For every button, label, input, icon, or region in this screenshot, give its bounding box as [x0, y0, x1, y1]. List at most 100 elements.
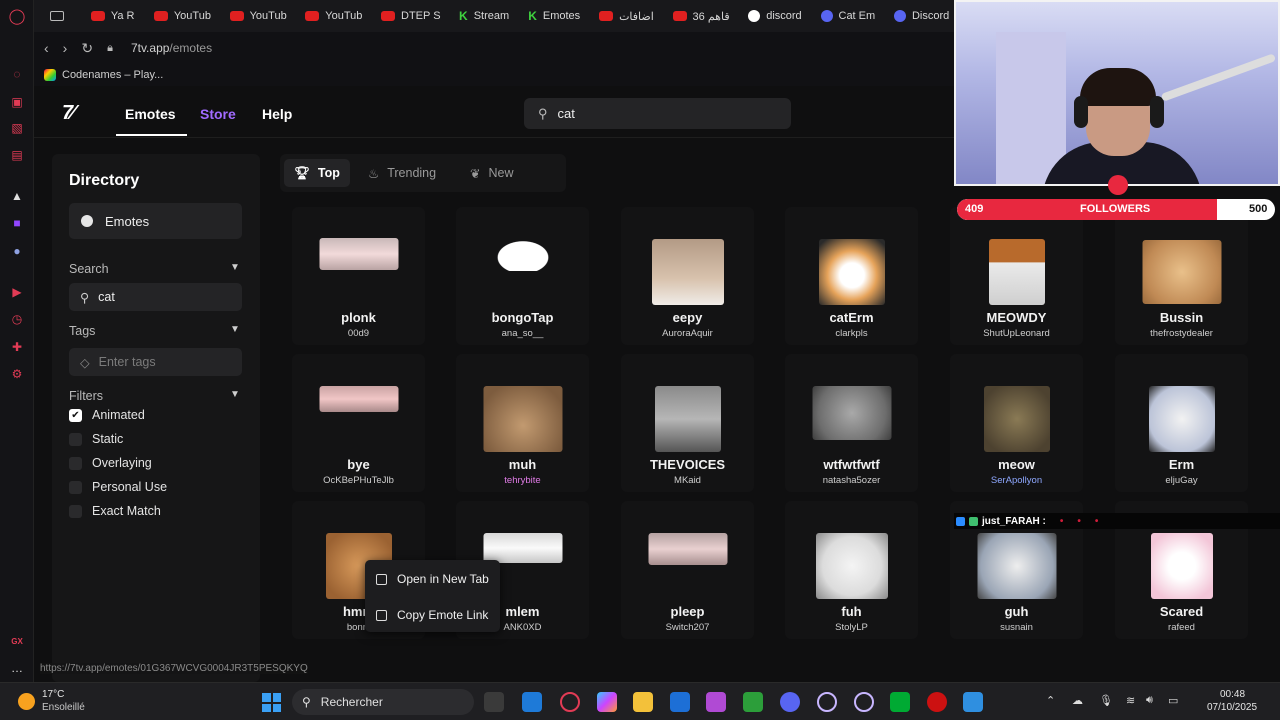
browser-tab[interactable]: DTEP S: [373, 3, 445, 29]
emote-image[interactable]: [818, 239, 885, 305]
chevron-down-icon[interactable]: ▼: [230, 324, 240, 335]
emote-owner[interactable]: SerApollyon: [950, 475, 1083, 486]
weather-desc[interactable]: Ensoleillé: [42, 702, 85, 713]
emote-card[interactable]: fuh StolyLP: [785, 501, 918, 639]
reload-icon[interactable]: ↻: [81, 40, 93, 57]
sun-icon[interactable]: [18, 693, 35, 710]
checkbox[interactable]: [69, 480, 82, 494]
checkbox[interactable]: [69, 432, 82, 446]
emote-image[interactable]: [319, 386, 398, 412]
chevron-down-icon[interactable]: ▼: [230, 389, 240, 400]
sort-new[interactable]: ❦ New: [460, 159, 524, 187]
gx-icon[interactable]: GX: [9, 633, 25, 649]
browser-tab[interactable]: Discord: [886, 3, 954, 29]
forward-icon[interactable]: ›: [63, 40, 68, 56]
filter-exact-match[interactable]: Exact Match: [69, 504, 161, 518]
copy-emote-link[interactable]: Copy Emote Link: [365, 600, 500, 630]
emote-image[interactable]: [977, 533, 1056, 599]
browser-tab[interactable]: 36 قاهم: [665, 3, 735, 29]
emote-card[interactable]: bongoTap ana_so__: [456, 207, 589, 345]
xbox-icon[interactable]: [743, 692, 763, 712]
site-search-input[interactable]: ⚲ cat: [524, 98, 791, 129]
emote-image[interactable]: [651, 239, 724, 305]
7tv-sidebar-icon[interactable]: ▲: [9, 188, 25, 204]
wifi-icon[interactable]: ≋: [1126, 694, 1135, 707]
emote-image[interactable]: [319, 238, 398, 270]
emote-owner[interactable]: AuroraAquir: [621, 328, 754, 339]
photos-icon[interactable]: [522, 692, 542, 712]
file-explorer-icon[interactable]: [633, 692, 653, 712]
discord-taskbar-icon[interactable]: [780, 692, 800, 712]
clock-time[interactable]: 00:48: [1220, 689, 1245, 700]
browser-tab[interactable]: YouTub: [297, 3, 367, 29]
store-icon[interactable]: [670, 692, 690, 712]
emote-card[interactable]: wtfwtfwtf natasha5ozer: [785, 354, 918, 492]
browser-tab[interactable]: اضافات: [591, 3, 658, 29]
emote-card[interactable]: bye OcKBePHuTeJlb: [292, 354, 425, 492]
browser-tab[interactable]: K Stream: [451, 3, 514, 29]
emote-owner[interactable]: Switch207: [621, 622, 754, 633]
checkbox[interactable]: [69, 456, 82, 470]
extensions-icon[interactable]: ✚: [9, 339, 25, 355]
twitch-icon[interactable]: ■: [9, 215, 25, 231]
nav-emotes[interactable]: Emotes: [125, 106, 176, 122]
emote-owner[interactable]: susnain: [950, 622, 1083, 633]
checkbox-checked[interactable]: ✔: [69, 408, 82, 422]
emote-owner[interactable]: tehrybite: [456, 475, 589, 486]
emotes-directory-button[interactable]: Emotes: [69, 203, 242, 239]
emote-image[interactable]: [654, 386, 721, 452]
browser-tab[interactable]: Cat Em: [813, 3, 880, 29]
directory-search-input[interactable]: ⚲ cat: [69, 283, 242, 311]
emote-card[interactable]: catErm clarkpls: [785, 207, 918, 345]
opera-taskbar-icon[interactable]: [560, 692, 580, 712]
more-icon[interactable]: …: [9, 660, 25, 676]
url-field[interactable]: 7tv.app/emotes: [131, 41, 212, 55]
volume-icon[interactable]: 🔊︎: [1146, 694, 1153, 707]
tags-input[interactable]: ◇ Enter tags: [69, 348, 242, 376]
sort-trending[interactable]: ♨ Trending: [358, 159, 446, 187]
cloud-icon[interactable]: ☁: [1072, 694, 1083, 707]
clock-date[interactable]: 07/10/2025: [1207, 702, 1257, 713]
emote-owner[interactable]: StolyLP: [785, 622, 918, 633]
emote-card[interactable]: eepy AuroraAquir: [621, 207, 754, 345]
emote-owner[interactable]: clarkpls: [785, 328, 918, 339]
emote-image[interactable]: [648, 533, 727, 565]
app-icon[interactable]: [706, 692, 726, 712]
nav-store[interactable]: Store: [200, 106, 236, 122]
emote-image[interactable]: [1148, 386, 1215, 452]
emote-owner[interactable]: ShutUpLeonard: [950, 328, 1083, 339]
emote-card[interactable]: Erm eljuGay: [1115, 354, 1248, 492]
emote-card[interactable]: plonk 00d9: [292, 207, 425, 345]
emote-image[interactable]: [1142, 240, 1221, 304]
emote-card[interactable]: meow SerApollyon: [950, 354, 1083, 492]
browser-tab[interactable]: YouTub: [146, 3, 216, 29]
browser-tab[interactable]: YouTub: [222, 3, 292, 29]
emote-owner[interactable]: MKaid: [621, 475, 754, 486]
emote-owner[interactable]: OcKBePHuTeJlb: [292, 475, 425, 486]
back-icon[interactable]: ‹: [44, 40, 49, 56]
nav-help[interactable]: Help: [262, 106, 292, 122]
discord-sidebar-icon[interactable]: ●: [9, 243, 25, 259]
app-icon-2[interactable]: [963, 692, 983, 712]
emote-image[interactable]: [815, 533, 888, 599]
task-view-icon[interactable]: [484, 692, 504, 712]
emote-image[interactable]: [483, 386, 562, 452]
checkbox[interactable]: [69, 504, 82, 518]
gx-corner-icon[interactable]: ▤: [9, 147, 25, 163]
filter-static[interactable]: Static: [69, 432, 123, 446]
player-icon[interactable]: ▣: [9, 94, 25, 110]
emote-image[interactable]: [812, 386, 891, 440]
open-in-new-tab[interactable]: Open in New Tab: [365, 564, 500, 594]
obs-icon[interactable]: [927, 692, 947, 712]
browser-tab[interactable]: K Emotes: [520, 3, 585, 29]
windows-start-icon[interactable]: [262, 693, 281, 712]
bookmark-codenames[interactable]: Codenames – Play...: [62, 69, 163, 81]
battery-icon[interactable]: ▭: [1168, 694, 1178, 707]
chevron-up-icon[interactable]: ⌃: [1046, 694, 1055, 707]
emote-card[interactable]: pleep Switch207: [621, 501, 754, 639]
crypto-icon[interactable]: ▧: [9, 120, 25, 136]
history-icon[interactable]: ◷: [9, 311, 25, 327]
opera-gx-icon[interactable]: [817, 692, 837, 712]
weather-temp[interactable]: 17°C: [42, 689, 64, 700]
emote-owner[interactable]: rafeed: [1115, 622, 1248, 633]
